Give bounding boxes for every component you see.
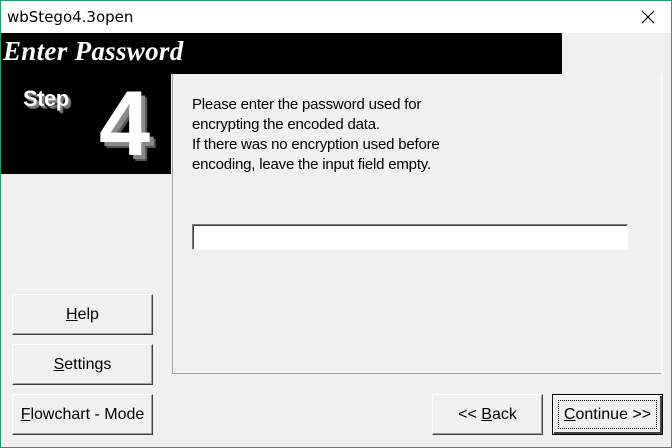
- flowchart-label: lowchart - Mode: [30, 405, 145, 423]
- help-label: elp: [77, 305, 99, 323]
- password-input[interactable]: [192, 224, 628, 250]
- close-icon: [641, 10, 655, 24]
- wizard-window: wbStego4.3open Enter Password Step 4 Ple…: [0, 0, 672, 448]
- title-bar[interactable]: wbStego4.3open: [1, 1, 671, 33]
- settings-mnemonic: S: [53, 355, 65, 373]
- page-title: Enter Password: [3, 36, 184, 66]
- step-label: Step: [23, 86, 69, 111]
- continue-label: ontinue >>: [575, 405, 652, 423]
- back-label: ack: [491, 405, 517, 423]
- continue-button[interactable]: Continue >>: [552, 394, 663, 435]
- step-indicator: Step 4: [1, 74, 171, 174]
- back-button[interactable]: << Back: [432, 394, 543, 435]
- continue-mnemonic: C: [563, 405, 576, 423]
- flowchart-mnemonic: F: [20, 405, 31, 423]
- settings-button[interactable]: Settings: [12, 344, 153, 385]
- settings-label: ettings: [64, 355, 112, 373]
- back-mnemonic: B: [481, 405, 492, 423]
- step-number: 4: [99, 73, 151, 175]
- instruction-line: Please enter the password used for: [192, 96, 422, 113]
- close-button[interactable]: [625, 1, 671, 33]
- instructions-text: Please enter the password used for encry…: [192, 95, 512, 175]
- help-button[interactable]: Help: [12, 294, 153, 335]
- window-title: wbStego4.3open: [7, 8, 134, 26]
- header-banner: Enter Password: [1, 33, 562, 74]
- back-prefix: <<: [458, 405, 482, 423]
- instruction-line: encrypting the encoded data.: [192, 116, 380, 133]
- help-mnemonic: H: [66, 305, 78, 323]
- instruction-line: encoding, leave the input field empty.: [192, 156, 431, 173]
- instruction-line: If there was no encryption used before: [192, 136, 440, 153]
- flowchart-mode-button[interactable]: Flowchart - Mode: [12, 394, 153, 435]
